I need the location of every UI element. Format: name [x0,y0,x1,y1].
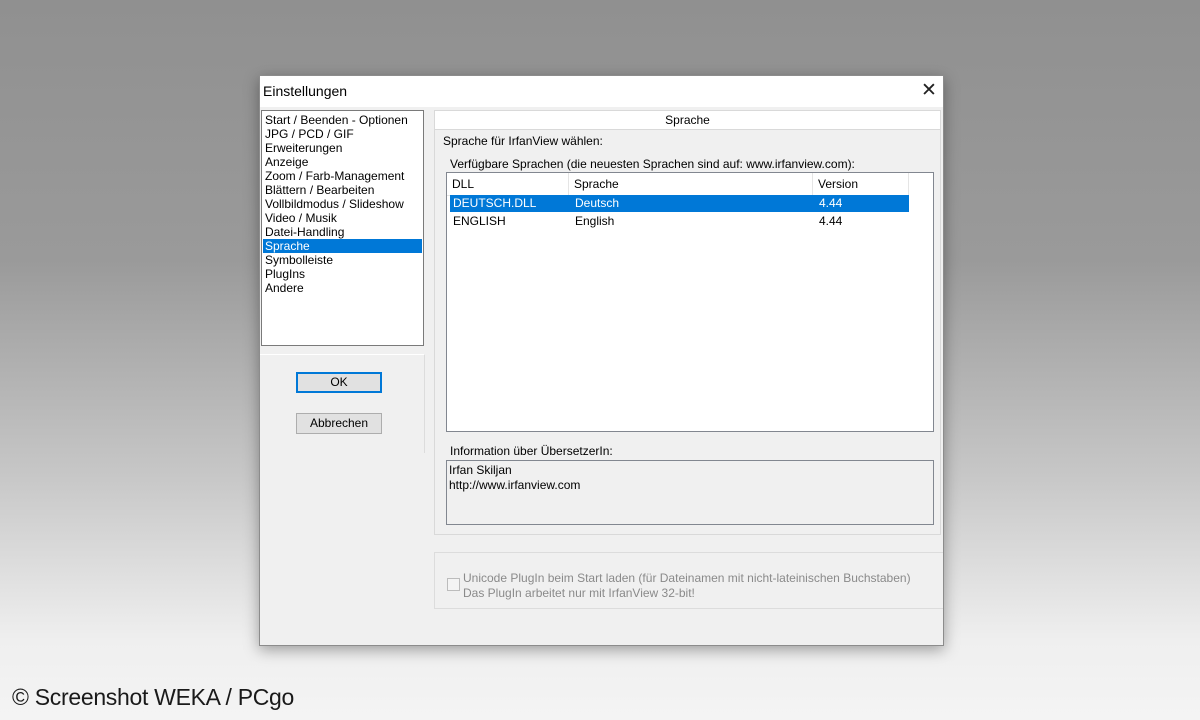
info-line-author: Irfan Skiljan [449,463,512,477]
close-icon[interactable]: ✕ [915,76,943,107]
title-bar: Einstellungen ✕ [260,76,943,107]
group-label: Sprache für IrfanView wählen: [443,134,603,148]
nav-item-blaettern[interactable]: Blättern / Bearbeiten [263,183,422,197]
settings-dialog: Einstellungen ✕ Start / Beenden - Option… [259,75,944,646]
unicode-plugin-checkbox[interactable] [447,578,460,591]
cancel-button[interactable]: Abbrechen [296,413,382,434]
nav-item-plugins[interactable]: PlugIns [263,267,422,281]
cell-dll: DEUTSCH.DLL [453,196,537,210]
cell-language: Deutsch [575,196,620,210]
nav-item-datei-handling[interactable]: Datei-Handling [263,225,422,239]
table-row[interactable]: ENGLISH English 4.44 [450,213,909,230]
cell-version: 4.44 [819,214,843,228]
nav-item-erweiterungen[interactable]: Erweiterungen [263,141,422,155]
nav-item-start-beenden[interactable]: Start / Beenden - Optionen [263,113,422,127]
list-label: Verfügbare Sprachen (die neuesten Sprach… [450,157,855,171]
watermark: © Screenshot WEKA / PCgo [12,684,295,710]
ok-button[interactable]: OK [296,372,382,393]
nav-item-anzeige[interactable]: Anzeige [263,155,422,169]
nav-item-andere[interactable]: Andere [263,281,422,295]
language-list[interactable]: DLL Sprache Version DEUTSCH.DLL Deutsch … [446,172,934,432]
nav-item-video-musik[interactable]: Video / Musik [263,211,422,225]
column-header-dll[interactable]: DLL [447,173,569,195]
column-header-sprache[interactable]: Sprache [569,173,813,195]
unicode-option-note: Das PlugIn arbeitet nur mit IrfanView 32… [463,586,695,600]
panel-title: Sprache [434,110,941,130]
cell-language: English [575,214,615,228]
button-panel: OK Abbrechen [260,354,425,453]
info-line-url: http://www.irfanview.com [449,478,581,492]
cell-dll: ENGLISH [453,214,506,228]
dialog-title: Einstellungen [263,83,348,99]
nav-item-zoom[interactable]: Zoom / Farb-Management [263,169,422,183]
nav-item-symbolleiste[interactable]: Symbolleiste [263,253,422,267]
nav-item-vollbildmodus[interactable]: Vollbildmodus / Slideshow [263,197,422,211]
nav-item-jpg-pcd-gif[interactable]: JPG / PCD / GIF [263,127,422,141]
table-row[interactable]: DEUTSCH.DLL Deutsch 4.44 [450,195,909,212]
nav-item-sprache[interactable]: Sprache [263,239,422,253]
cell-version: 4.44 [819,196,843,210]
column-header-version[interactable]: Version [813,173,909,195]
info-label: Information über ÜbersetzerIn: [450,444,613,458]
translator-info-box: Irfan Skiljan http://www.irfanview.com [446,460,934,525]
settings-category-list[interactable]: Start / Beenden - Optionen JPG / PCD / G… [261,110,424,346]
unicode-option-label: Unicode PlugIn beim Start laden (für Dat… [463,571,911,585]
list-header: DLL Sprache Version [447,173,909,196]
